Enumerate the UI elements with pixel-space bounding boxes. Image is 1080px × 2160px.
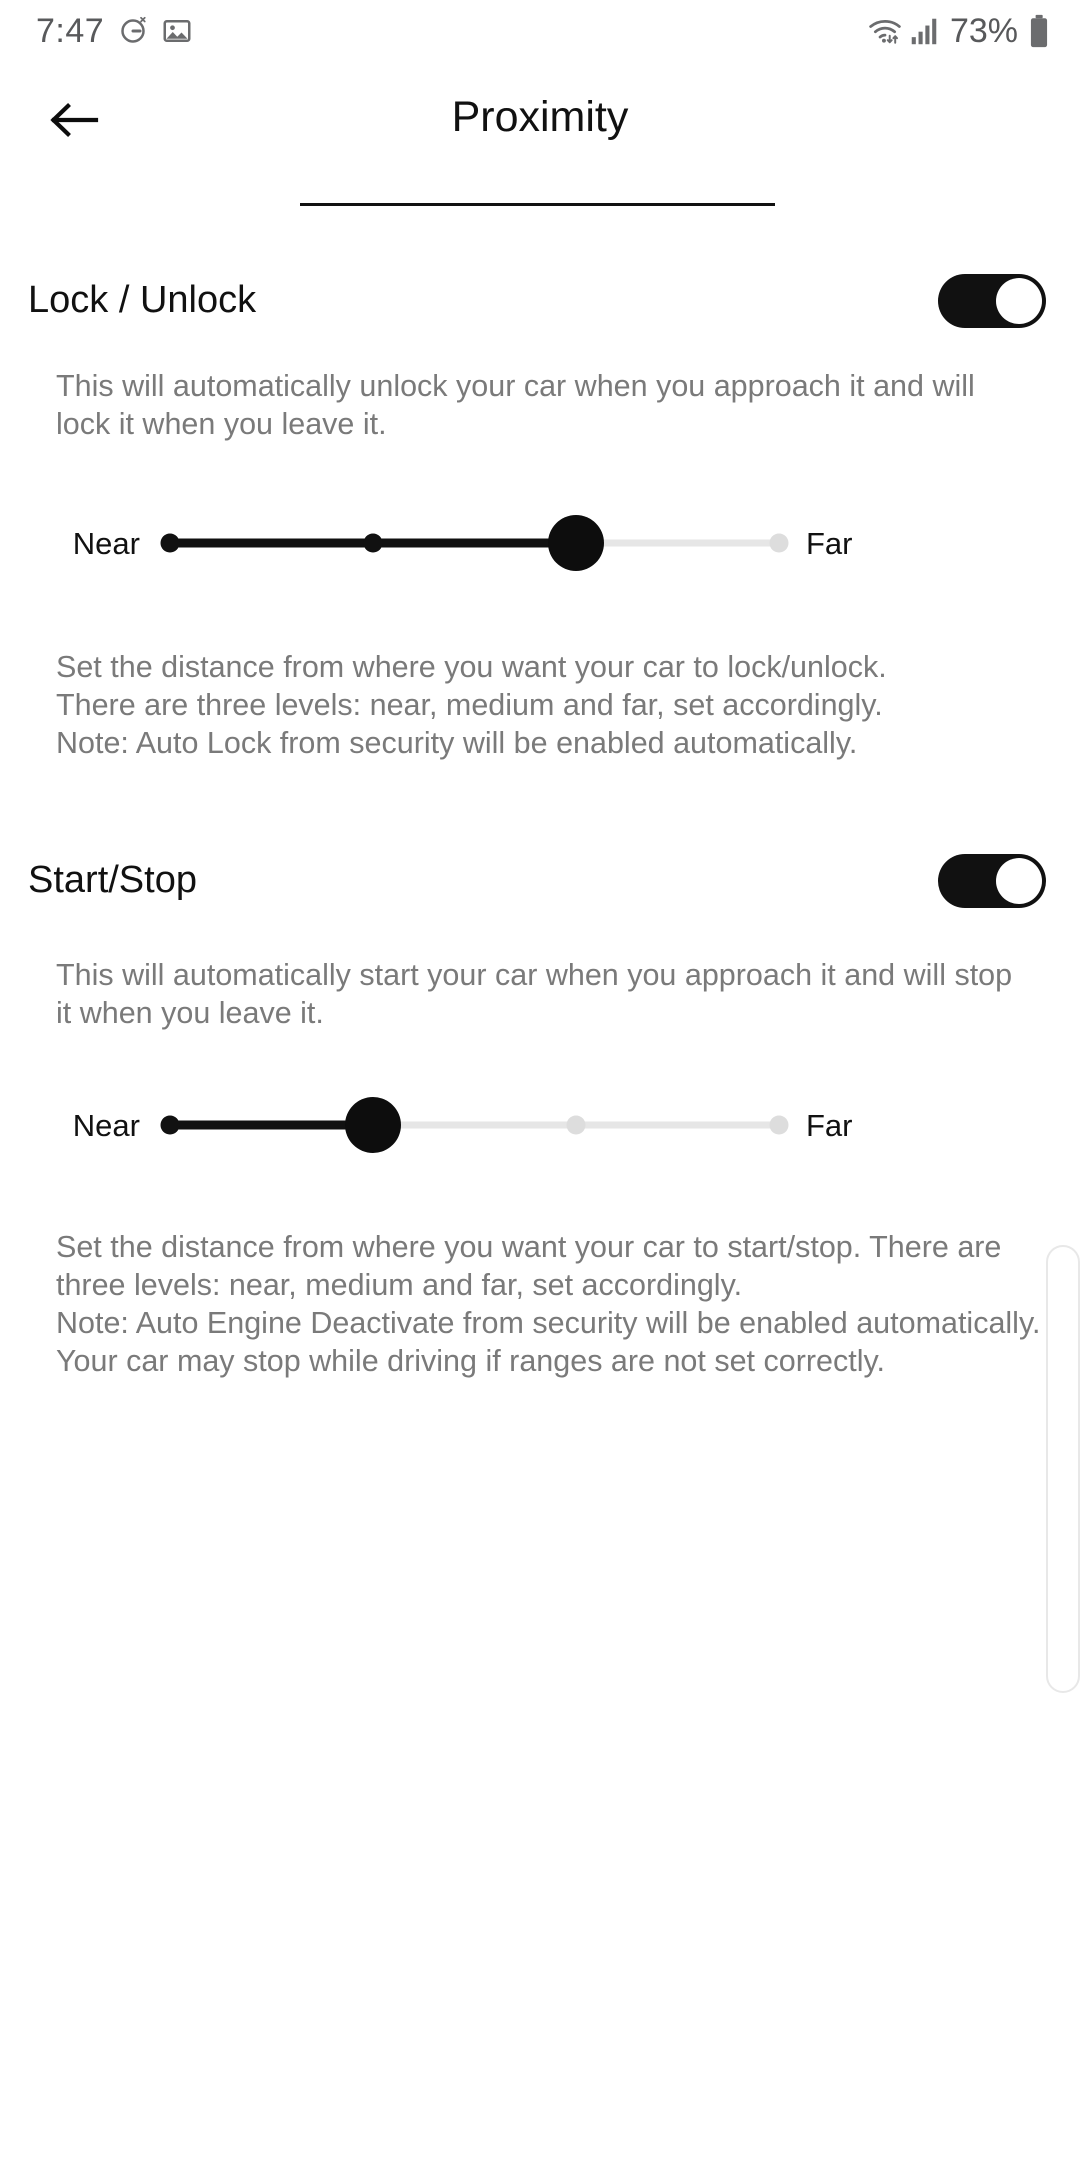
app-bar: Proximity: [0, 62, 1080, 182]
title-underline: [300, 203, 775, 206]
section-title-start-stop: Start/Stop: [28, 859, 197, 902]
description-lock-unlock-bottom: Set the distance from where you want you…: [56, 650, 887, 760]
gallery-icon: [162, 16, 192, 46]
slider-lock-unlock[interactable]: [160, 508, 789, 578]
wifi-icon: [868, 15, 902, 47]
cellular-signal-icon: [910, 16, 938, 46]
slider-tick-3[interactable]: [769, 533, 789, 553]
slider-row-start-stop: Near Far: [0, 1090, 1080, 1160]
slider-tick-2[interactable]: [566, 1115, 586, 1135]
status-bar-left: 7:47: [36, 14, 192, 48]
slider-max-label-start-stop: Far: [806, 1107, 853, 1143]
section-title-lock-unlock: Lock / Unlock: [28, 279, 257, 322]
toggle-knob: [996, 858, 1042, 904]
battery-percent-label: 73%: [949, 12, 1018, 50]
section-header-start-stop: Start/Stop: [0, 838, 1080, 924]
slider-tick-3[interactable]: [769, 1115, 789, 1135]
description-lock-unlock-top: This will automatically unlock your car …: [56, 369, 975, 441]
slider-tick-0[interactable]: [160, 1115, 180, 1135]
section-header-lock-unlock: Lock / Unlock: [0, 258, 1080, 344]
status-bar-right: 73%: [868, 14, 1050, 48]
description-start-stop-bottom: Set the distance from where you want you…: [56, 1230, 1041, 1378]
slider-thumb-lock-unlock[interactable]: [548, 515, 604, 571]
slider-min-label-lock-unlock: Near: [72, 525, 140, 561]
slider-track-active: [170, 1120, 373, 1130]
status-bar: 7:47 73%: [0, 0, 1080, 62]
description-start-stop-top: This will automatically start your car w…: [56, 958, 1013, 1030]
scrollbar[interactable]: [1046, 1245, 1080, 1693]
status-clock: 7:47: [36, 12, 105, 50]
slider-row-lock-unlock: Near Far: [0, 508, 1080, 578]
slider-tick-0[interactable]: [160, 533, 180, 553]
battery-icon: [1028, 14, 1050, 48]
slider-thumb-start-stop[interactable]: [345, 1097, 401, 1153]
slider-min-label-start-stop: Near: [72, 1107, 140, 1143]
slider-tick-1[interactable]: [363, 533, 383, 553]
toggle-lock-unlock[interactable]: [938, 274, 1046, 328]
slider-start-stop[interactable]: [160, 1090, 789, 1160]
page-title: Proximity: [451, 93, 629, 141]
alarm-off-icon: [118, 16, 148, 46]
toggle-start-stop[interactable]: [938, 854, 1046, 908]
slider-max-label-lock-unlock: Far: [806, 525, 853, 561]
toggle-knob: [996, 278, 1042, 324]
